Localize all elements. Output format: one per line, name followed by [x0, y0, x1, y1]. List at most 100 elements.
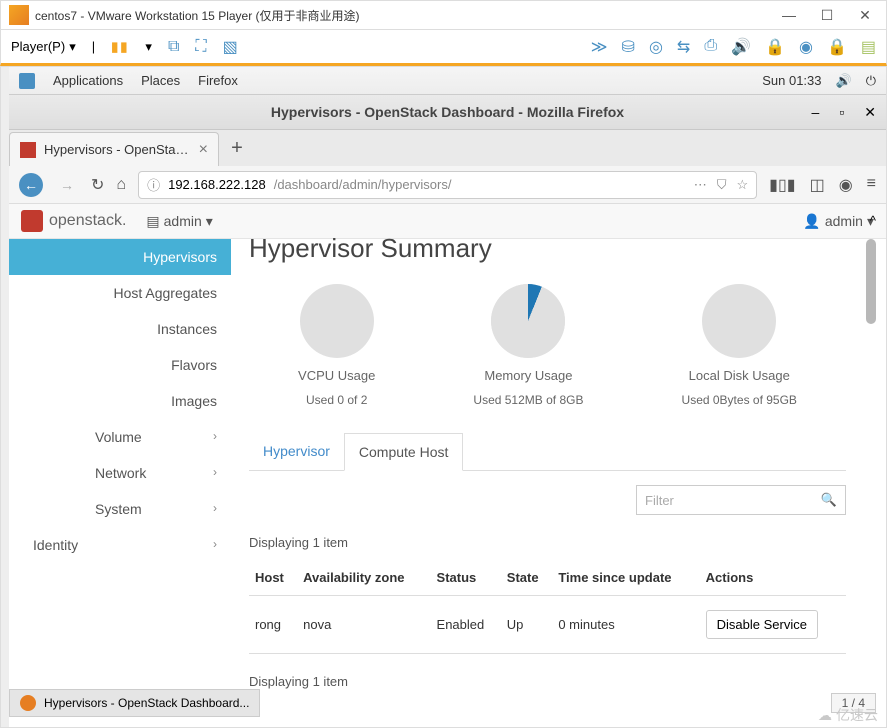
filter-input[interactable]: Filter 🔍	[636, 485, 846, 515]
favicon-icon	[20, 142, 36, 158]
vmware-toolbar: Player(P) ▾ | ▮▮▾ ⧉ ⛶ ▧ ≫ ⛁ ◎ ⇆ ⎙ 🔊 🔒 ◉ …	[0, 30, 887, 66]
sidebar-icon[interactable]: ◫	[810, 175, 825, 195]
summary-row: VCPU Usage Used 0 of 2 Memory Usage Used…	[249, 284, 846, 407]
info-icon[interactable]: ⓘ	[147, 175, 160, 194]
user-dropdown[interactable]: 👤 admin ▾	[803, 213, 874, 230]
sidebar-item-instances[interactable]: Instances	[9, 311, 231, 347]
project-dropdown[interactable]: ▤ admin ▾	[146, 213, 212, 230]
cell-since: 0 minutes	[552, 596, 699, 654]
table-row[interactable]: rong nova Enabled Up 0 minutes Disable S…	[249, 596, 846, 654]
firefox-favicon-icon	[20, 695, 36, 711]
openstack-logo[interactable]: openstack.	[21, 210, 126, 232]
disable-service-button[interactable]: Disable Service	[706, 610, 818, 639]
local-disk-usage-chart: Local Disk Usage Used 0Bytes of 95GB	[682, 284, 797, 407]
tab-hypervisor[interactable]: Hypervisor	[249, 433, 344, 470]
fullscreen-icon[interactable]: ⛶	[195, 38, 206, 56]
sound-icon[interactable]: 🔊	[731, 37, 751, 57]
url-bar[interactable]: ⓘ 192.168.222.128/dashboard/admin/hyperv…	[138, 171, 757, 199]
ff-close-button[interactable]: ✕	[864, 104, 876, 121]
reload-button[interactable]: ↻	[91, 175, 104, 195]
project-icon: ▤	[146, 213, 159, 230]
sidebar-section-volume[interactable]: Volume›	[9, 419, 231, 455]
ff-maximize-button[interactable]: ▫	[839, 104, 844, 121]
user-name: admin	[825, 213, 863, 229]
vmware-logo-icon	[9, 5, 29, 25]
back-button[interactable]: ←	[19, 173, 43, 197]
star-icon[interactable]: ☆	[736, 177, 748, 193]
tab-compute-host[interactable]: Compute Host	[344, 433, 463, 471]
sidebar-item-hypervisors[interactable]: Hypervisors	[9, 239, 231, 275]
col-az[interactable]: Availability zone	[297, 560, 430, 596]
tab-label: Hypervisors - OpenStack…	[44, 142, 191, 157]
tab-close-icon[interactable]: ×	[199, 141, 208, 159]
library-icon[interactable]: ▮▯▮	[769, 175, 795, 195]
table-header-row: Host Availability zone Status State Time…	[249, 560, 846, 596]
record-icon[interactable]: ◉	[799, 37, 813, 57]
col-status[interactable]: Status	[431, 560, 501, 596]
cell-status: Enabled	[431, 596, 501, 654]
sidebar-item-flavors[interactable]: Flavors	[9, 347, 231, 383]
page-title: Hypervisor Summary	[249, 233, 846, 264]
network-icon[interactable]: ⇆	[677, 37, 690, 57]
gnome-taskbar: Hypervisors - OpenStack Dashboard... 1 /…	[9, 689, 876, 717]
search-icon[interactable]: 🔍	[821, 492, 837, 508]
send-ctrl-alt-del-icon[interactable]: ⧉	[168, 38, 179, 56]
col-host[interactable]: Host	[249, 560, 297, 596]
vcpu-usage-chart: VCPU Usage Used 0 of 2	[298, 284, 375, 407]
scroll-up-button[interactable]: ^	[870, 213, 876, 228]
minimize-button[interactable]: —	[782, 8, 796, 22]
taskbar-item[interactable]: Hypervisors - OpenStack Dashboard...	[9, 689, 260, 717]
sidebar-section-identity[interactable]: Identity›	[9, 527, 231, 563]
sidebar-section-system[interactable]: System›	[9, 491, 231, 527]
openstack-body: Hypervisors Host Aggregates Instances Fl…	[9, 239, 864, 692]
firefox-window-title: Hypervisors - OpenStack Dashboard - Mozi…	[271, 104, 624, 120]
unity-icon[interactable]: ▧	[223, 37, 238, 57]
account-icon[interactable]: ◉	[839, 175, 853, 195]
home-button[interactable]: ⌂	[116, 176, 126, 194]
cd-icon[interactable]: ◎	[649, 37, 663, 57]
browser-tab[interactable]: Hypervisors - OpenStack… ×	[9, 132, 219, 166]
lock-icon[interactable]: 🔒	[765, 37, 785, 57]
vmware-titlebar: centos7 - VMware Workstation 15 Player (…	[0, 0, 887, 30]
close-button[interactable]: ✕	[858, 8, 872, 22]
col-state[interactable]: State	[501, 560, 553, 596]
lock2-icon[interactable]: 🔒	[827, 37, 847, 57]
printer-icon[interactable]: ⎙	[704, 37, 717, 57]
grid-icon[interactable]	[19, 73, 35, 89]
maximize-button[interactable]: ☐	[820, 8, 834, 22]
sidebar-item-host-aggregates[interactable]: Host Aggregates	[9, 275, 231, 311]
disk-icon[interactable]: ⛁	[622, 37, 635, 57]
cloud-icon: ☁	[818, 707, 832, 724]
pie-icon	[702, 284, 776, 358]
volume-icon[interactable]: 🔊	[836, 73, 852, 89]
scrollbar-thumb[interactable]	[866, 239, 876, 324]
clock[interactable]: Sun 01:33	[762, 73, 821, 88]
col-since[interactable]: Time since update	[552, 560, 699, 596]
forward-button[interactable]: →	[55, 173, 79, 197]
power-icon[interactable]: ⏻	[866, 73, 876, 89]
new-tab-button[interactable]: +	[219, 130, 255, 166]
gnome-top-bar: Applications Places Firefox Sun 01:33 🔊 …	[9, 67, 886, 95]
menu-icon[interactable]: ≡	[867, 175, 876, 195]
chart-label: Memory Usage	[484, 368, 572, 383]
pause-icon[interactable]: ▮▮	[111, 39, 129, 55]
project-name: admin	[164, 213, 202, 229]
sidebar-item-images[interactable]: Images	[9, 383, 231, 419]
page-actions-icon[interactable]: ⋯	[694, 177, 707, 193]
places-menu[interactable]: Places	[141, 73, 180, 88]
chevron-right-icon: ›	[213, 465, 217, 479]
shield-icon[interactable]: ⛉	[717, 177, 727, 193]
sidebar-section-network[interactable]: Network›	[9, 455, 231, 491]
url-host: 192.168.222.128	[168, 177, 266, 192]
ff-minimize-button[interactable]: –	[812, 104, 820, 121]
chart-sub: Used 0Bytes of 95GB	[682, 393, 797, 407]
firefox-menu[interactable]: Firefox	[198, 73, 238, 88]
notes-icon[interactable]: ▤	[861, 37, 876, 57]
memory-usage-chart: Memory Usage Used 512MB of 8GB	[473, 284, 583, 407]
applications-menu[interactable]: Applications	[53, 73, 123, 88]
player-menu[interactable]: Player(P) ▾	[11, 39, 76, 55]
main-panel: Hypervisor Summary VCPU Usage Used 0 of …	[231, 239, 864, 692]
tool-icon[interactable]: ≫	[591, 37, 608, 57]
taskbar-item-label: Hypervisors - OpenStack Dashboard...	[44, 696, 249, 710]
firefox-navbar: ← → ↻ ⌂ ⓘ 192.168.222.128/dashboard/admi…	[9, 166, 886, 204]
